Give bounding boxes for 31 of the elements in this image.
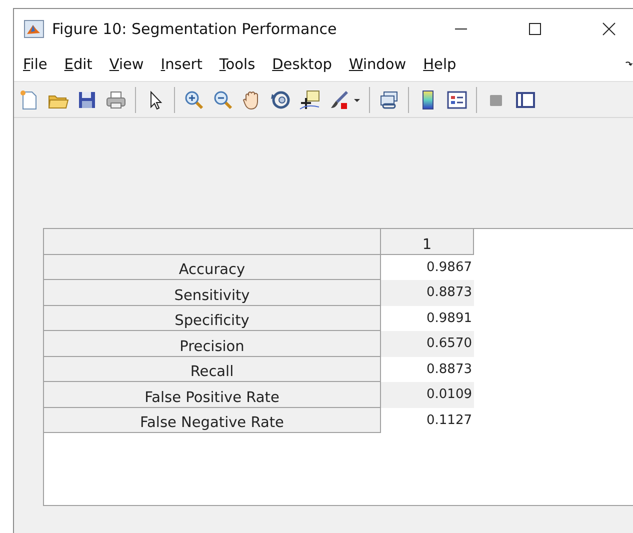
menu-item[interactable]: Edit [64, 57, 92, 73]
row-header: Accuracy [44, 254, 381, 280]
menu-item[interactable]: Desktop [272, 57, 332, 73]
row-header: Sensitivity [44, 280, 381, 306]
rotate-icon[interactable] [270, 88, 292, 110]
menu-item[interactable]: Insert [160, 57, 202, 73]
app-logo-icon [24, 20, 44, 38]
table-cell: 0.8873 [381, 280, 474, 306]
link-icon[interactable] [378, 88, 400, 110]
row-header: False Negative Rate [44, 408, 381, 433]
row-header: Precision [44, 331, 381, 356]
menu-item[interactable]: Help [423, 57, 456, 73]
data-cursor-icon[interactable] [299, 88, 321, 110]
menu-item[interactable]: Window [348, 57, 406, 73]
table-cell: 0.0109 [381, 382, 474, 408]
menu-item[interactable]: Tools [219, 57, 256, 73]
zoom-in-icon[interactable] [183, 88, 205, 110]
window-title: Figure 10: Segmentation Performance [52, 20, 337, 38]
brush-icon[interactable] [328, 88, 350, 110]
menu-item[interactable]: File [23, 57, 48, 73]
printer-icon[interactable] [105, 88, 127, 110]
menu-item[interactable]: View [109, 57, 144, 73]
table-cell: 0.6570 [381, 331, 474, 356]
maximize-icon[interactable] [528, 22, 542, 36]
close-icon[interactable] [602, 22, 616, 36]
zoom-out-icon[interactable] [212, 88, 234, 110]
row-header: False Positive Rate [44, 382, 381, 408]
row-header: Recall [44, 356, 381, 382]
row-header: Specificity [44, 306, 381, 331]
column-header: 1 [381, 229, 474, 254]
legend-icon[interactable] [446, 88, 468, 110]
